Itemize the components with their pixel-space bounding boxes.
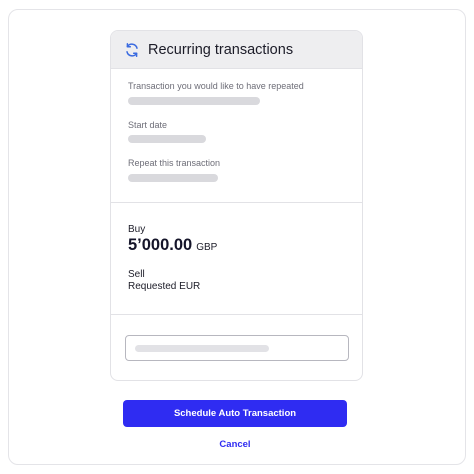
buy-amount-value: 5’000.00 xyxy=(128,236,193,254)
sell-value: Requested EUR xyxy=(128,281,201,292)
transaction-select-placeholder[interactable] xyxy=(128,97,260,105)
buy-amount: 5’000.00 GBP xyxy=(128,236,217,255)
start-date-placeholder[interactable] xyxy=(128,135,206,143)
field-label-transaction: Transaction you would like to have repea… xyxy=(128,81,304,91)
card-title: Recurring transactions xyxy=(148,41,294,58)
input-placeholder xyxy=(135,345,269,352)
field-label-repeat: Repeat this transaction xyxy=(128,158,221,168)
card-header: Recurring transactions xyxy=(111,31,362,69)
refresh-icon xyxy=(124,42,140,58)
field-label-start-date: Start date xyxy=(128,120,168,130)
recurring-transactions-card: Recurring transactions Transaction you w… xyxy=(110,30,363,381)
sell-label: Sell xyxy=(128,269,145,280)
repeat-select-placeholder[interactable] xyxy=(128,174,218,182)
schedule-auto-transaction-button[interactable]: Schedule Auto Transaction xyxy=(123,400,347,427)
cancel-button[interactable]: Cancel xyxy=(0,439,470,450)
buy-label: Buy xyxy=(128,224,146,235)
buy-amount-currency: GBP xyxy=(196,242,218,253)
transaction-fields-section: Transaction you would like to have repea… xyxy=(111,69,362,203)
text-input[interactable] xyxy=(125,335,349,361)
input-section xyxy=(111,315,362,380)
amount-section: Buy 5’000.00 GBP Sell Requested EUR xyxy=(111,203,362,315)
